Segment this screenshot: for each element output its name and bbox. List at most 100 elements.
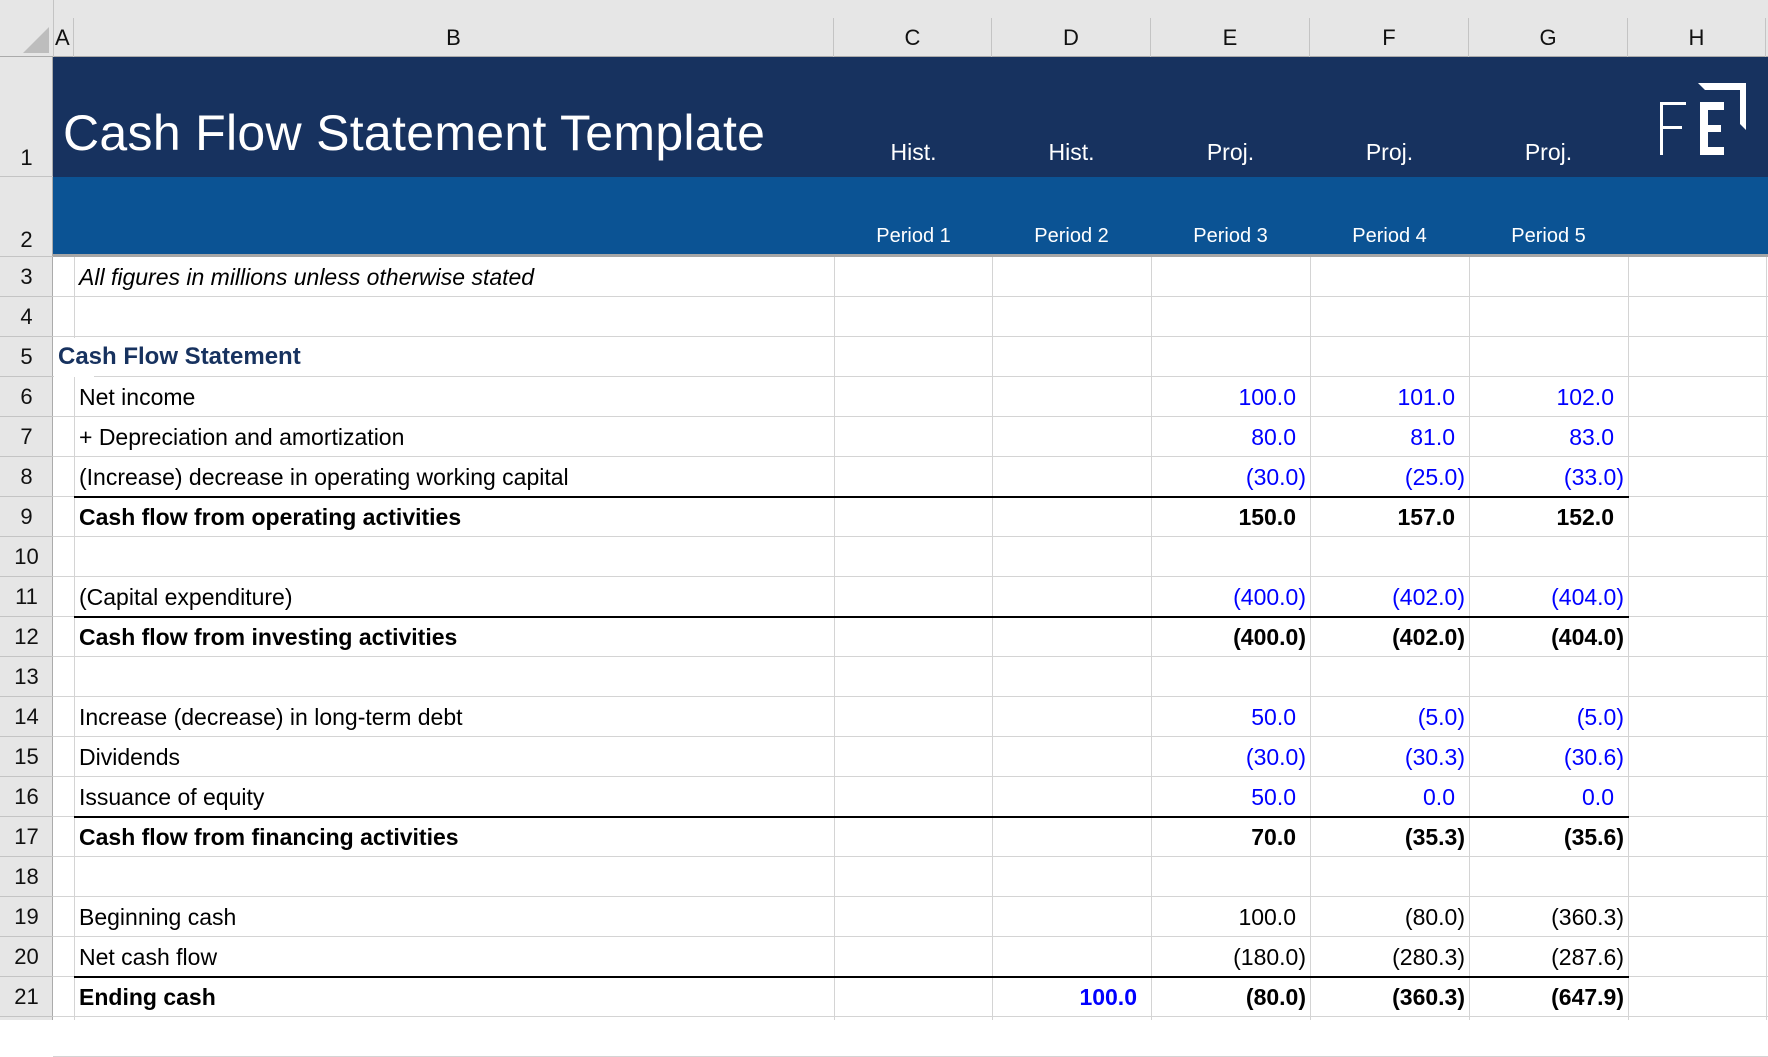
- value-cell[interactable]: (5.0): [1469, 697, 1628, 737]
- line-label[interactable]: Ending cash: [79, 977, 829, 1017]
- value-cell[interactable]: (30.3): [1310, 737, 1469, 777]
- value-cell[interactable]: (30.0): [1151, 457, 1310, 497]
- value-cell[interactable]: (5.0): [1310, 697, 1469, 737]
- select-all-button[interactable]: [0, 0, 54, 57]
- row-header-9[interactable]: 9: [0, 497, 53, 537]
- value-cell[interactable]: (647.9): [1469, 977, 1628, 1017]
- line-label[interactable]: Cash flow from investing activities: [79, 617, 829, 657]
- row-header-21[interactable]: 21: [0, 977, 53, 1017]
- value-cell[interactable]: [992, 897, 1151, 937]
- value-cell[interactable]: 100.0: [992, 977, 1151, 1017]
- row-header-1[interactable]: 1: [0, 57, 53, 177]
- value-cell[interactable]: (360.3): [1310, 977, 1469, 1017]
- column-header-e[interactable]: E: [1151, 18, 1310, 57]
- value-cell[interactable]: (180.0): [1151, 937, 1310, 977]
- value-cell[interactable]: [834, 617, 993, 657]
- column-header-h[interactable]: H: [1628, 18, 1766, 57]
- value-cell[interactable]: 152.0: [1469, 497, 1628, 537]
- period-type-f[interactable]: Proj.: [1310, 139, 1469, 166]
- row-header-7[interactable]: 7: [0, 417, 53, 457]
- value-cell[interactable]: [834, 937, 993, 977]
- value-cell[interactable]: [834, 777, 993, 817]
- value-cell[interactable]: [834, 377, 993, 417]
- value-cell[interactable]: 80.0: [1151, 417, 1310, 457]
- value-cell[interactable]: (35.3): [1310, 817, 1469, 857]
- period-name-d[interactable]: Period 2: [992, 225, 1151, 248]
- value-cell[interactable]: (80.0): [1310, 897, 1469, 937]
- value-cell[interactable]: [834, 697, 993, 737]
- value-cell[interactable]: 100.0: [1151, 897, 1310, 937]
- value-cell[interactable]: [992, 377, 1151, 417]
- value-cell[interactable]: (30.0): [1151, 737, 1310, 777]
- value-cell[interactable]: 100.0: [1151, 377, 1310, 417]
- row-header-3[interactable]: 3: [0, 257, 53, 297]
- row-header-16[interactable]: 16: [0, 777, 53, 817]
- value-cell[interactable]: [834, 577, 993, 617]
- value-cell[interactable]: (25.0): [1310, 457, 1469, 497]
- value-cell[interactable]: 150.0: [1151, 497, 1310, 537]
- units-note[interactable]: All figures in millions unless otherwise…: [79, 257, 829, 297]
- row-header-4[interactable]: 4: [0, 297, 53, 337]
- period-name-e[interactable]: Period 3: [1151, 225, 1310, 248]
- value-cell[interactable]: [992, 737, 1151, 777]
- row-header-13[interactable]: 13: [0, 657, 53, 697]
- value-cell[interactable]: 81.0: [1310, 417, 1469, 457]
- value-cell[interactable]: [992, 777, 1151, 817]
- value-cell[interactable]: 102.0: [1469, 377, 1628, 417]
- row-header-14[interactable]: 14: [0, 697, 53, 737]
- line-label[interactable]: Net cash flow: [79, 937, 829, 977]
- value-cell[interactable]: (360.3): [1469, 897, 1628, 937]
- period-type-g[interactable]: Proj.: [1469, 139, 1628, 166]
- value-cell[interactable]: (80.0): [1151, 977, 1310, 1017]
- value-cell[interactable]: (404.0): [1469, 617, 1628, 657]
- column-header-f[interactable]: F: [1310, 18, 1469, 57]
- line-label[interactable]: (Increase) decrease in operating working…: [79, 457, 829, 497]
- value-cell[interactable]: (280.3): [1310, 937, 1469, 977]
- value-cell[interactable]: [834, 457, 993, 497]
- row-header-12[interactable]: 12: [0, 617, 53, 657]
- value-cell[interactable]: [992, 697, 1151, 737]
- value-cell[interactable]: 0.0: [1469, 777, 1628, 817]
- row-header-20[interactable]: 20: [0, 937, 53, 977]
- value-cell[interactable]: (400.0): [1151, 617, 1310, 657]
- value-cell[interactable]: [834, 417, 993, 457]
- value-cell[interactable]: [992, 497, 1151, 537]
- value-cell[interactable]: [834, 497, 993, 537]
- column-header-c[interactable]: C: [834, 18, 992, 57]
- value-cell[interactable]: 70.0: [1151, 817, 1310, 857]
- row-header-15[interactable]: 15: [0, 737, 53, 777]
- column-header-d[interactable]: D: [992, 18, 1151, 57]
- value-cell[interactable]: 50.0: [1151, 697, 1310, 737]
- value-cell[interactable]: (402.0): [1310, 617, 1469, 657]
- value-cell[interactable]: [834, 817, 993, 857]
- value-cell[interactable]: [992, 617, 1151, 657]
- value-cell[interactable]: [992, 417, 1151, 457]
- period-name-f[interactable]: Period 4: [1310, 225, 1469, 248]
- value-cell[interactable]: [992, 817, 1151, 857]
- row-header-19[interactable]: 19: [0, 897, 53, 937]
- period-name-g[interactable]: Period 5: [1469, 225, 1628, 248]
- row-header-17[interactable]: 17: [0, 817, 53, 857]
- column-header-a[interactable]: A: [53, 18, 74, 57]
- period-type-e[interactable]: Proj.: [1151, 139, 1310, 166]
- value-cell[interactable]: 83.0: [1469, 417, 1628, 457]
- row-header-2[interactable]: 2: [0, 177, 53, 257]
- value-cell[interactable]: 157.0: [1310, 497, 1469, 537]
- line-label[interactable]: Net income: [79, 377, 829, 417]
- row-header-18[interactable]: 18: [0, 857, 53, 897]
- value-cell[interactable]: 101.0: [1310, 377, 1469, 417]
- value-cell[interactable]: (33.0): [1469, 457, 1628, 497]
- value-cell[interactable]: [834, 737, 993, 777]
- value-cell[interactable]: [992, 457, 1151, 497]
- value-cell[interactable]: (400.0): [1151, 577, 1310, 617]
- line-label[interactable]: Beginning cash: [79, 897, 829, 937]
- column-header-b[interactable]: B: [74, 18, 834, 57]
- row-header-8[interactable]: 8: [0, 457, 53, 497]
- sheet-title[interactable]: Cash Flow Statement Template: [63, 104, 765, 162]
- value-cell[interactable]: [992, 577, 1151, 617]
- value-cell[interactable]: (287.6): [1469, 937, 1628, 977]
- section-title[interactable]: Cash Flow Statement: [58, 337, 301, 377]
- row-header-10[interactable]: 10: [0, 537, 53, 577]
- period-name-c[interactable]: Period 1: [834, 225, 993, 248]
- period-type-c[interactable]: Hist.: [834, 139, 993, 166]
